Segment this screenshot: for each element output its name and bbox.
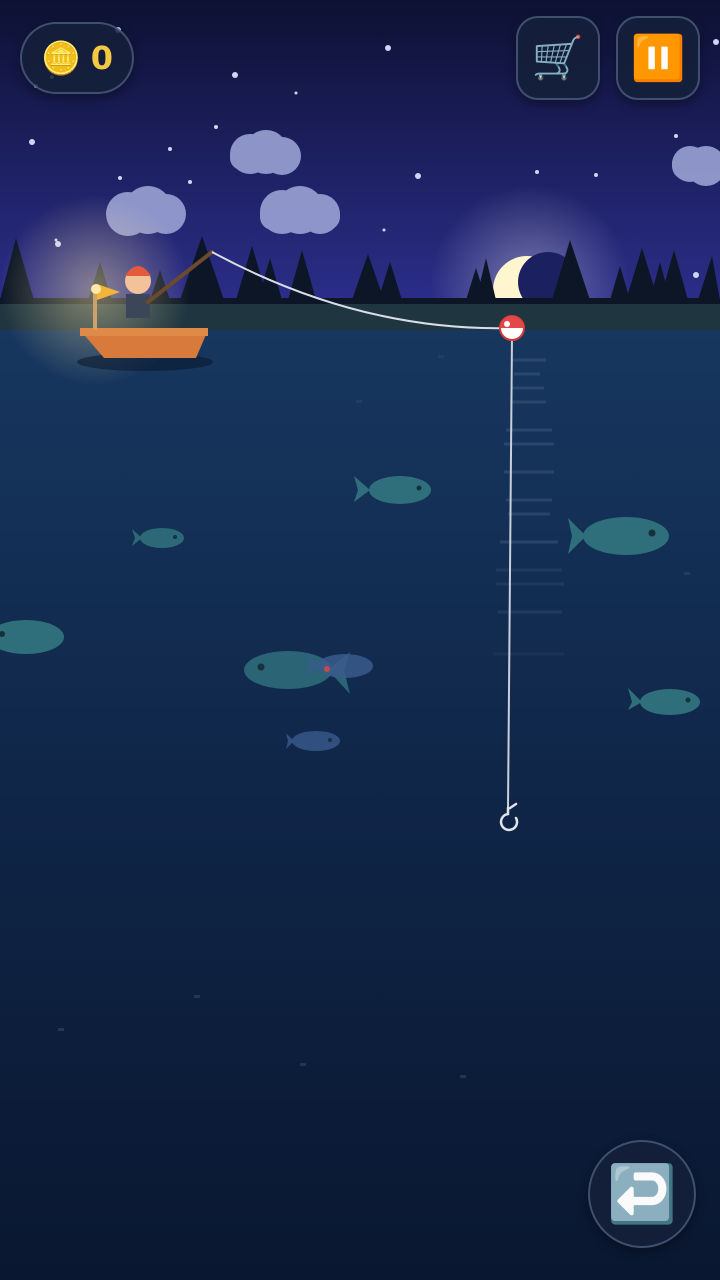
game-scene [0, 0, 720, 1280]
bobber-icon [499, 315, 525, 341]
lake-water [0, 330, 720, 1280]
reel-back-button[interactable]: ↩️ [588, 1140, 696, 1248]
coin-icon: 🪙 [40, 39, 81, 77]
pause-icon: ⏸️ [630, 33, 686, 84]
shop-button[interactable]: 🛒 [516, 16, 600, 100]
coin-counter: 🪙 0 [20, 22, 134, 94]
coin-count: 0 [90, 39, 114, 77]
shopping-cart-icon: 🛒 [531, 33, 585, 82]
return-arrow-icon: ↩️ [607, 1162, 677, 1227]
pause-button[interactable]: ⏸️ [616, 16, 700, 100]
